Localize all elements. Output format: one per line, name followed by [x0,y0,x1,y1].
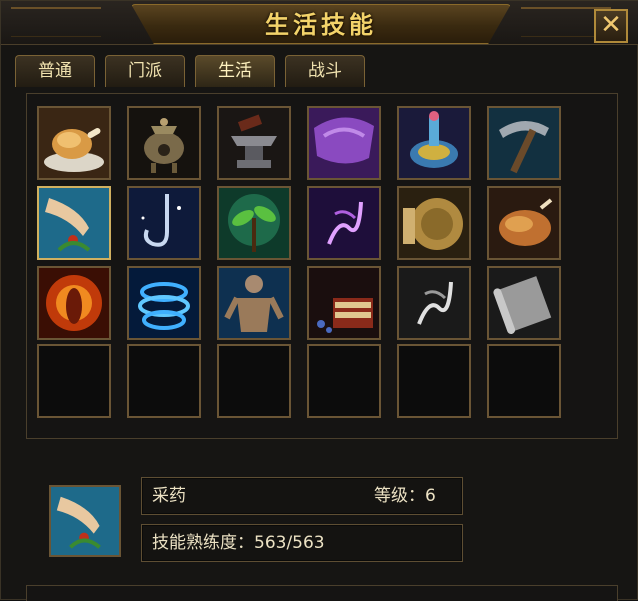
window-title: 生活技能 [265,10,377,39]
water-aura-icon [129,268,199,338]
tab-label: 普通 [38,61,72,81]
roast-duck-icon [489,188,559,258]
sprout-planting-icon [219,188,289,258]
selected-skill-icon [49,485,121,557]
incense-burner-icon [129,108,199,178]
title-ornament-left [11,7,101,37]
skill-slot-dance-white[interactable] [397,266,471,340]
skill-grid [26,93,618,439]
tab-combat[interactable]: 战斗 [285,55,365,87]
scroll-icon [489,268,559,338]
skill-slot-bookbinding[interactable] [307,266,381,340]
close-icon: ✕ [600,10,622,40]
skill-slot-planting[interactable] [217,186,291,260]
white-dance-icon [399,268,469,338]
herb-gathering-icon [51,487,119,555]
skill-slot-training[interactable] [217,266,291,340]
description-panel [26,585,618,601]
title-bar: 生活技能 ✕ [1,1,638,45]
alchemy-flask-icon [399,108,469,178]
bookbinding-icon [309,268,379,338]
purple-dance-icon [309,188,379,258]
tab-label: 生活 [218,61,252,81]
skill-proficiency-box: 技能熟练度：563/563 [141,524,463,562]
skill-slot-mining[interactable] [487,106,561,180]
skill-slot-forging[interactable] [217,106,291,180]
skill-slot-roasting[interactable] [487,186,561,260]
empty-skill-slot[interactable] [307,344,381,418]
fire-aura-icon [39,268,109,338]
skill-slot-cooking[interactable] [37,106,111,180]
skill-proficiency: 技能熟练度：563/563 [152,533,325,553]
pickaxe-mining-icon [489,108,559,178]
skill-slot-water-aura[interactable] [127,266,201,340]
empty-skill-slot[interactable] [217,344,291,418]
roast-chicken-icon [39,108,109,178]
empty-skill-slot[interactable] [397,344,471,418]
skill-slot-tailoring[interactable] [307,106,381,180]
skill-slot-gong[interactable] [397,186,471,260]
anvil-icon [219,108,289,178]
tab-label: 门派 [128,61,162,81]
empty-skill-slot[interactable] [487,344,561,418]
bronze-gong-icon [399,188,469,258]
close-button[interactable]: ✕ [594,9,628,43]
skill-slot-incense[interactable] [127,106,201,180]
tab-label: 战斗 [308,61,342,81]
tailoring-cloth-icon [309,108,379,178]
tab-normal[interactable]: 普通 [15,55,95,87]
skill-name-box: 采药 等级：6 [141,477,463,515]
muscle-training-icon [219,268,289,338]
hook-fishing-icon [129,188,199,258]
life-skills-window: 生活技能 ✕ 普通 门派 生活 战斗 采药 等级：6 技能熟练度：563/563 [0,0,638,601]
tab-sect[interactable]: 门派 [105,55,185,87]
tab-life[interactable]: 生活 [195,55,275,87]
empty-skill-slot[interactable] [37,344,111,418]
skill-name: 采药 [152,486,186,506]
skill-slot-herb-gathering[interactable] [37,186,111,260]
empty-skill-slot[interactable] [127,344,201,418]
herb-gathering-icon [39,188,109,258]
skill-slot-fishing[interactable] [127,186,201,260]
skill-slot-fire-aura[interactable] [37,266,111,340]
skill-slot-dance-purple[interactable] [307,186,381,260]
skill-slot-alchemy[interactable] [397,106,471,180]
skill-level: 等级：6 [374,486,436,506]
skill-slot-scroll[interactable] [487,266,561,340]
